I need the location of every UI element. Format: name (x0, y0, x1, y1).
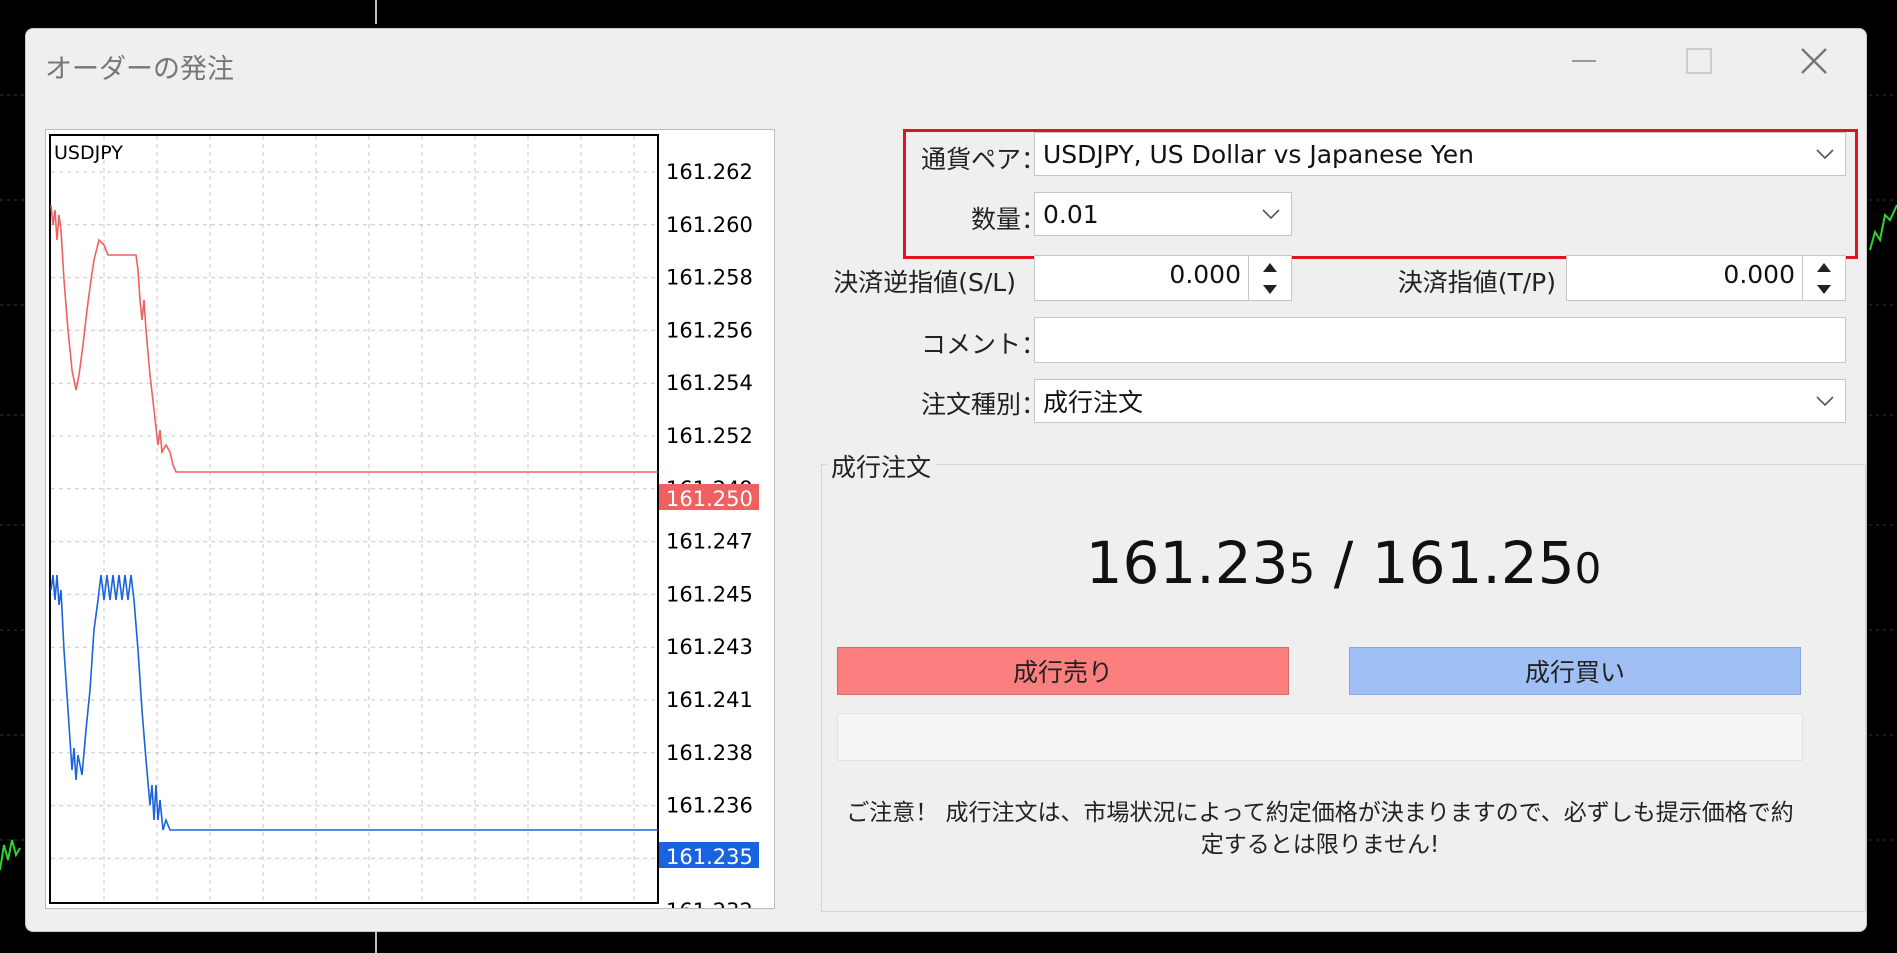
buy-by-market-button[interactable]: 成行買い (1349, 647, 1801, 695)
price-axis-label: 161.254 (666, 371, 753, 395)
triangle-up-icon (1263, 262, 1277, 272)
close-icon (1801, 48, 1827, 74)
buy-button-label: 成行買い (1524, 658, 1625, 687)
chevron-down-icon (1805, 380, 1845, 422)
bid-price-line (50, 574, 658, 831)
comment-label: コメント： (920, 330, 1046, 359)
stop-loss-increment[interactable] (1249, 256, 1291, 278)
price-axis-label: 161.262 (666, 160, 753, 184)
order-dialog: オーダーの発注 USDJPY 161.262 161.260 161.258 161.… (25, 28, 1867, 932)
volume-label: 数量： (970, 205, 1046, 234)
triangle-down-icon (1817, 284, 1831, 294)
minimize-icon (1572, 60, 1596, 62)
price-axis-label: 161.245 (666, 582, 753, 606)
maximize-button[interactable] (1671, 39, 1727, 83)
price-axis-label: 161.247 (666, 530, 753, 554)
stop-loss-decrement[interactable] (1249, 278, 1291, 300)
window-title: オーダーの発注 (45, 54, 234, 85)
take-profit-value: 0.000 (1723, 260, 1795, 289)
stop-loss-input[interactable]: 0.000 (1034, 255, 1292, 301)
comment-input[interactable] (1034, 317, 1846, 363)
ask-price-main: 161.25 (1371, 529, 1575, 597)
stop-loss-value: 0.000 (1169, 260, 1241, 289)
market-order-notice: ご注意！ 成行注文は、市場状況によって約定価格が決まりますので、必ずしも提示価格… (837, 797, 1803, 861)
order-type-select[interactable]: 成行注文 (1034, 379, 1846, 423)
take-profit-label: 決済指値(T/P) (1397, 268, 1556, 297)
chevron-down-icon (1251, 193, 1291, 235)
order-type-value: 成行注文 (1043, 388, 1144, 417)
notice-line-2: 定するとは限りません! (1200, 832, 1440, 858)
plot-frame (49, 134, 659, 904)
volume-value: 0.01 (1043, 199, 1099, 229)
minimize-button[interactable] (1556, 39, 1612, 83)
price-axis-label: 161.232 (666, 899, 753, 908)
price-axis-label: 161.241 (666, 688, 753, 712)
maximize-icon (1686, 48, 1712, 74)
sell-by-market-button[interactable]: 成行売り (837, 647, 1289, 695)
price-axis-label: 161.256 (666, 318, 753, 342)
notice-line-1: ご注意！ 成行注文は、市場状況によって約定価格が決まりますので、必ずしも提示価格… (846, 800, 1794, 826)
price-axis-label: 161.252 (666, 424, 753, 448)
currency-pair-value: USDJPY, US Dollar vs Japanese Yen (1043, 139, 1474, 169)
stop-loss-label: 決済逆指値(S/L) (833, 268, 1016, 297)
triangle-down-icon (1263, 284, 1277, 294)
bid-price-pipette: 5 (1288, 544, 1316, 593)
price-axis-label: 161.236 (666, 794, 753, 818)
currency-pair-select[interactable]: USDJPY, US Dollar vs Japanese Yen (1034, 132, 1846, 176)
market-execution-title: 成行注文 (827, 448, 936, 484)
take-profit-decrement[interactable] (1803, 278, 1845, 300)
bid-price-tag-text: 161.235 (666, 845, 753, 869)
bid-ask-display: 161.235 / 161.250 (821, 529, 1866, 597)
price-axis-label: 161.238 (666, 741, 753, 765)
price-separator: / (1315, 529, 1372, 597)
currency-pair-label: 通貨ペア： (920, 145, 1046, 174)
sell-button-label: 成行売り (1012, 658, 1113, 687)
chart-symbol: USDJPY (54, 142, 123, 164)
take-profit-input[interactable]: 0.000 (1566, 255, 1846, 301)
triangle-up-icon (1817, 262, 1831, 272)
bid-price-main: 161.23 (1085, 529, 1289, 597)
volume-select[interactable]: 0.01 (1034, 192, 1292, 236)
order-type-label: 注文種別： (920, 390, 1046, 419)
tick-chart-canvas: USDJPY 161.262 161.260 161.258 161.256 161.2… (49, 134, 759, 908)
order-status-bar (837, 713, 1803, 761)
take-profit-increment[interactable] (1803, 256, 1845, 278)
ask-price-tag-text: 161.250 (666, 487, 753, 511)
ask-price-line (50, 204, 658, 473)
title-bar: オーダーの発注 (26, 29, 1866, 101)
price-axis-label: 161.258 (666, 266, 753, 290)
tick-chart: USDJPY 161.262 161.260 161.258 161.256 161.2… (45, 129, 775, 909)
ask-price-pipette: 0 (1574, 544, 1602, 593)
chevron-down-icon (1805, 133, 1845, 175)
close-button[interactable] (1786, 39, 1842, 83)
price-axis-label: 161.243 (666, 635, 753, 659)
price-axis-label: 161.260 (666, 213, 753, 237)
